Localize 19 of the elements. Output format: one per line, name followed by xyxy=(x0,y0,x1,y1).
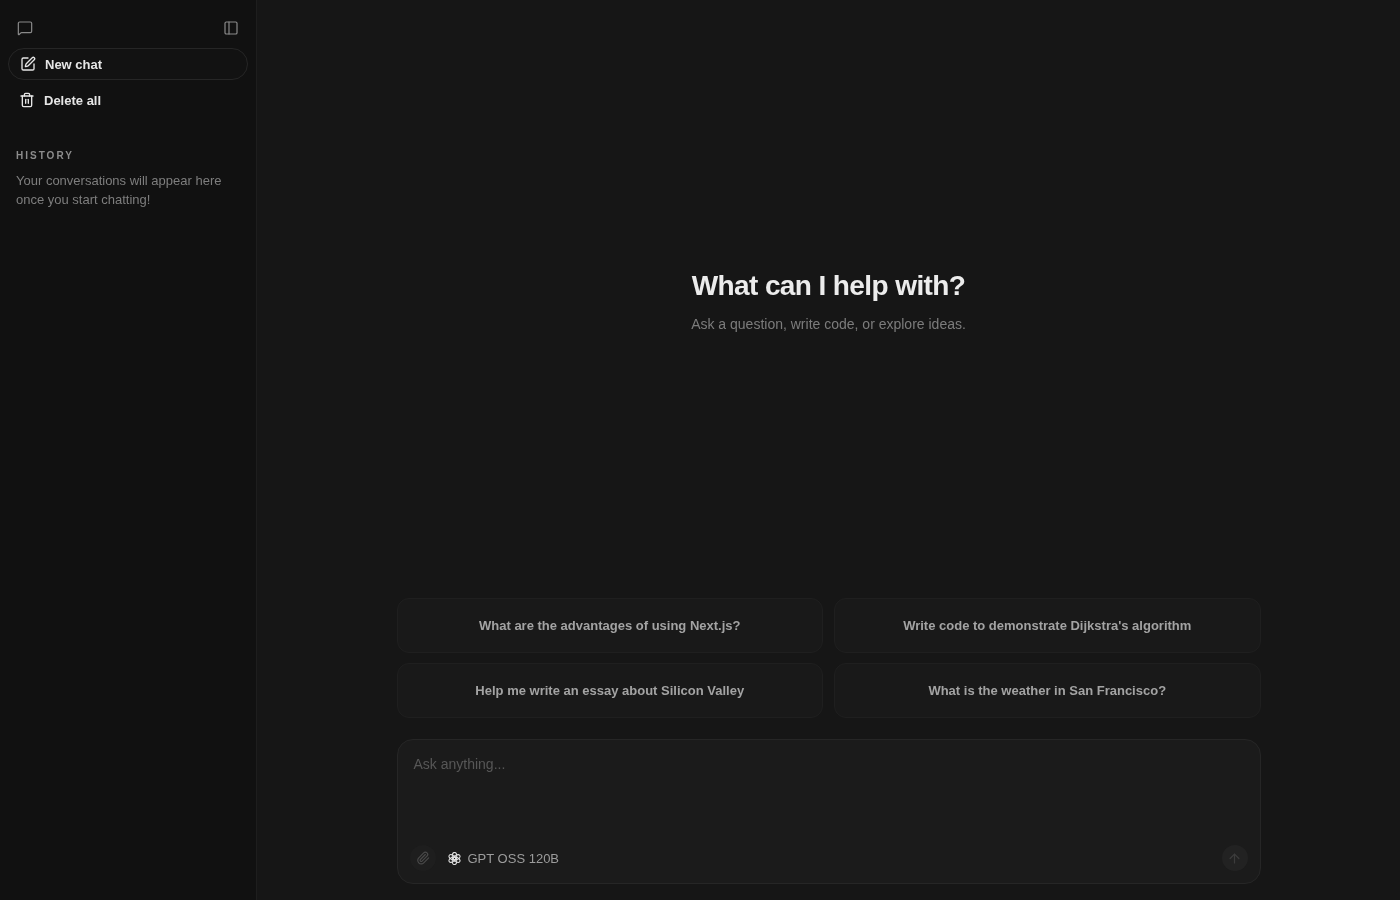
paperclip-icon xyxy=(415,851,430,865)
rosette-icon xyxy=(447,851,461,865)
model-selector[interactable]: GPT OSS 120B xyxy=(443,845,564,871)
message-input[interactable]: Ask anything... xyxy=(409,752,1248,845)
pen-square-icon xyxy=(20,56,36,72)
chat-bubble-icon[interactable] xyxy=(17,20,33,36)
new-chat-button[interactable]: New chat xyxy=(8,48,248,80)
suggestion-card[interactable]: Help me write an essay about Silicon Valley xyxy=(396,663,823,718)
sidebar-toggle-icon[interactable] xyxy=(223,20,239,36)
message-composer[interactable]: Ask anything... GPT OSS 120B xyxy=(396,739,1261,884)
history-empty-message: Your conversations will appear here once you start chatting! xyxy=(16,172,223,209)
trash-icon xyxy=(19,92,35,108)
delete-all-button[interactable]: Delete all xyxy=(8,84,248,116)
suggestion-card[interactable]: Write code to demonstrate Dijkstra's algorithm xyxy=(834,598,1261,653)
history-heading: HISTORY xyxy=(16,150,75,161)
hero-subtitle: Ask a question, write code, or explore ideas. xyxy=(691,316,966,332)
hero-title: What can I help with? xyxy=(691,270,966,302)
suggestion-card[interactable]: What are the advantages of using Next.js? xyxy=(396,598,823,653)
suggestion-card[interactable]: What is the weather in San Francisco? xyxy=(834,663,1261,718)
